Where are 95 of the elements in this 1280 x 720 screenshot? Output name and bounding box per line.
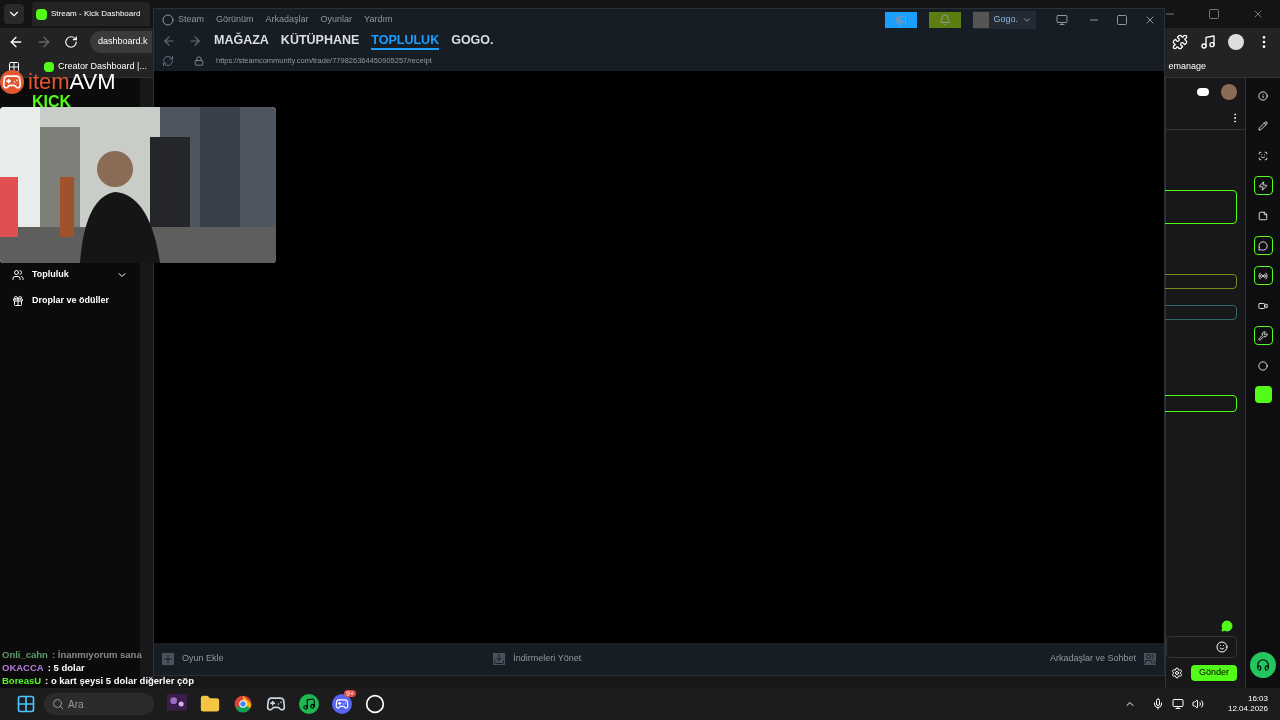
- megaphone-icon: [895, 14, 908, 26]
- nav-tab[interactable]: GOGO.: [451, 32, 494, 50]
- announcements-button[interactable]: [885, 12, 918, 28]
- kick-logo-icon: [44, 61, 54, 72]
- address-bar[interactable]: dashboard.k: [90, 31, 152, 53]
- network-icon[interactable]: [1171, 698, 1184, 710]
- maximize-icon[interactable]: [1116, 14, 1128, 26]
- user-avatar: [973, 12, 990, 28]
- kick-logo-icon: [36, 8, 47, 20]
- folder-icon[interactable]: [199, 694, 220, 714]
- app-tile[interactable]: [1254, 386, 1272, 403]
- pencil-icon: [1258, 120, 1268, 131]
- extensions-icon[interactable]: [1172, 34, 1188, 50]
- sidebar-item[interactable]: Droplar ve ödüller: [0, 292, 140, 310]
- menu-item[interactable]: Steam: [162, 13, 204, 27]
- music-icon[interactable]: [298, 694, 319, 714]
- forward-icon[interactable]: [188, 34, 202, 48]
- tool-button[interactable]: [1253, 326, 1273, 345]
- account-menu[interactable]: Gogo.: [973, 11, 1036, 29]
- users-icon: [1144, 653, 1156, 665]
- menu-item[interactable]: Yardım: [364, 13, 393, 27]
- broadcast-icon: [1258, 270, 1268, 281]
- nav-tab[interactable]: MAĞAZA: [214, 32, 269, 50]
- avatar[interactable]: [1221, 84, 1237, 100]
- menu-item[interactable]: Oyunlar: [320, 13, 353, 27]
- monitor-icon[interactable]: [1056, 14, 1068, 26]
- send-button[interactable]: Gönder: [1190, 665, 1237, 681]
- kick-logo: KICK: [32, 94, 73, 110]
- media-icon[interactable]: [1200, 34, 1216, 50]
- bookmark[interactable]: emanage: [1168, 59, 1206, 74]
- download-icon: [493, 653, 506, 665]
- chat-message: : o kart şeysi 5 dolar diğerler çöp: [45, 674, 194, 687]
- plus-icon: [162, 653, 174, 665]
- stream-icon[interactable]: [1197, 88, 1209, 96]
- chevron-icon: [1022, 15, 1032, 25]
- wrench-icon: [1258, 330, 1268, 341]
- search-placeholder: Ara: [68, 697, 84, 712]
- add-game-button[interactable]: Oyun Ekle: [162, 652, 224, 666]
- bell-icon: [939, 14, 952, 26]
- friends-chat-button[interactable]: Arkadaşlar ve Sohbet: [1049, 652, 1156, 666]
- forward-icon[interactable]: [36, 34, 52, 50]
- microphone-icon[interactable]: [1151, 698, 1164, 710]
- info-icon: [1258, 90, 1268, 101]
- chat-username: Onli_cahn: [2, 648, 48, 661]
- video-camera-icon: [1258, 300, 1268, 311]
- profile-avatar[interactable]: [1228, 34, 1244, 50]
- apps-icon[interactable]: [8, 60, 20, 73]
- close-icon[interactable]: [1252, 8, 1264, 20]
- chat-input[interactable]: [1166, 636, 1237, 658]
- start-icon[interactable]: [16, 694, 36, 714]
- downloads-button[interactable]: İndirmeleri Yönet: [493, 652, 582, 666]
- search-icon: [52, 698, 64, 710]
- support-icon[interactable]: [1250, 652, 1276, 678]
- reload-icon[interactable]: [64, 35, 78, 49]
- volume-icon[interactable]: [1191, 698, 1204, 710]
- lightning-icon: [1258, 180, 1268, 191]
- menu-item[interactable]: Arkadaşlar: [265, 13, 309, 27]
- gamepad-icon[interactable]: [265, 694, 286, 714]
- refresh-icon[interactable]: [162, 55, 174, 67]
- chat-bubble-icon: [1221, 620, 1233, 632]
- sidebar-item[interactable]: Topluluk: [0, 266, 140, 284]
- menu-item[interactable]: Görünüm: [216, 13, 254, 27]
- logo-text: itemAVM: [28, 71, 116, 93]
- maximize-icon[interactable]: [1208, 8, 1220, 20]
- clock[interactable]: 16:03 12.04.2026: [1227, 694, 1268, 714]
- users-icon: [12, 269, 24, 281]
- tool-button[interactable]: [1253, 176, 1273, 195]
- bookmark[interactable]: Creator Dashboard |...: [44, 59, 147, 74]
- tool-button[interactable]: [1253, 236, 1273, 255]
- ring-icon[interactable]: [364, 694, 385, 714]
- note-icon: [1258, 210, 1268, 221]
- nav-tab[interactable]: KÜTÜPHANE: [280, 32, 360, 50]
- circle-icon: [1258, 360, 1268, 371]
- chat-username: BoreasU: [2, 674, 42, 687]
- browser-tab[interactable]: Stream - Kick Dashboard: [32, 2, 150, 26]
- browser-icon[interactable]: [232, 694, 253, 714]
- settings-icon[interactable]: [1170, 667, 1183, 679]
- user-name: Gogo.: [993, 13, 1018, 27]
- back-icon[interactable]: [8, 34, 24, 50]
- face-scan-icon: [1258, 150, 1268, 161]
- chat-message: : 5 dolar: [47, 661, 85, 674]
- steam-logo-icon: [162, 14, 174, 26]
- nav-tab[interactable]: TOPLULUK: [371, 32, 440, 50]
- tool-button[interactable]: [1253, 266, 1273, 285]
- lock-icon: [194, 56, 204, 66]
- controller-icon[interactable]: [331, 694, 352, 714]
- tab-list-icon[interactable]: [4, 4, 24, 24]
- chat-message: : İnanmıyorum sana: [51, 648, 142, 661]
- emoji-icon[interactable]: [1216, 641, 1228, 653]
- close-icon[interactable]: [1144, 14, 1156, 26]
- chat-username: OKACCA: [2, 661, 44, 674]
- notifications-button[interactable]: [929, 12, 962, 28]
- search-box[interactable]: Ara: [44, 693, 154, 715]
- gift-icon: [12, 295, 24, 307]
- chat-icon: [1258, 240, 1268, 251]
